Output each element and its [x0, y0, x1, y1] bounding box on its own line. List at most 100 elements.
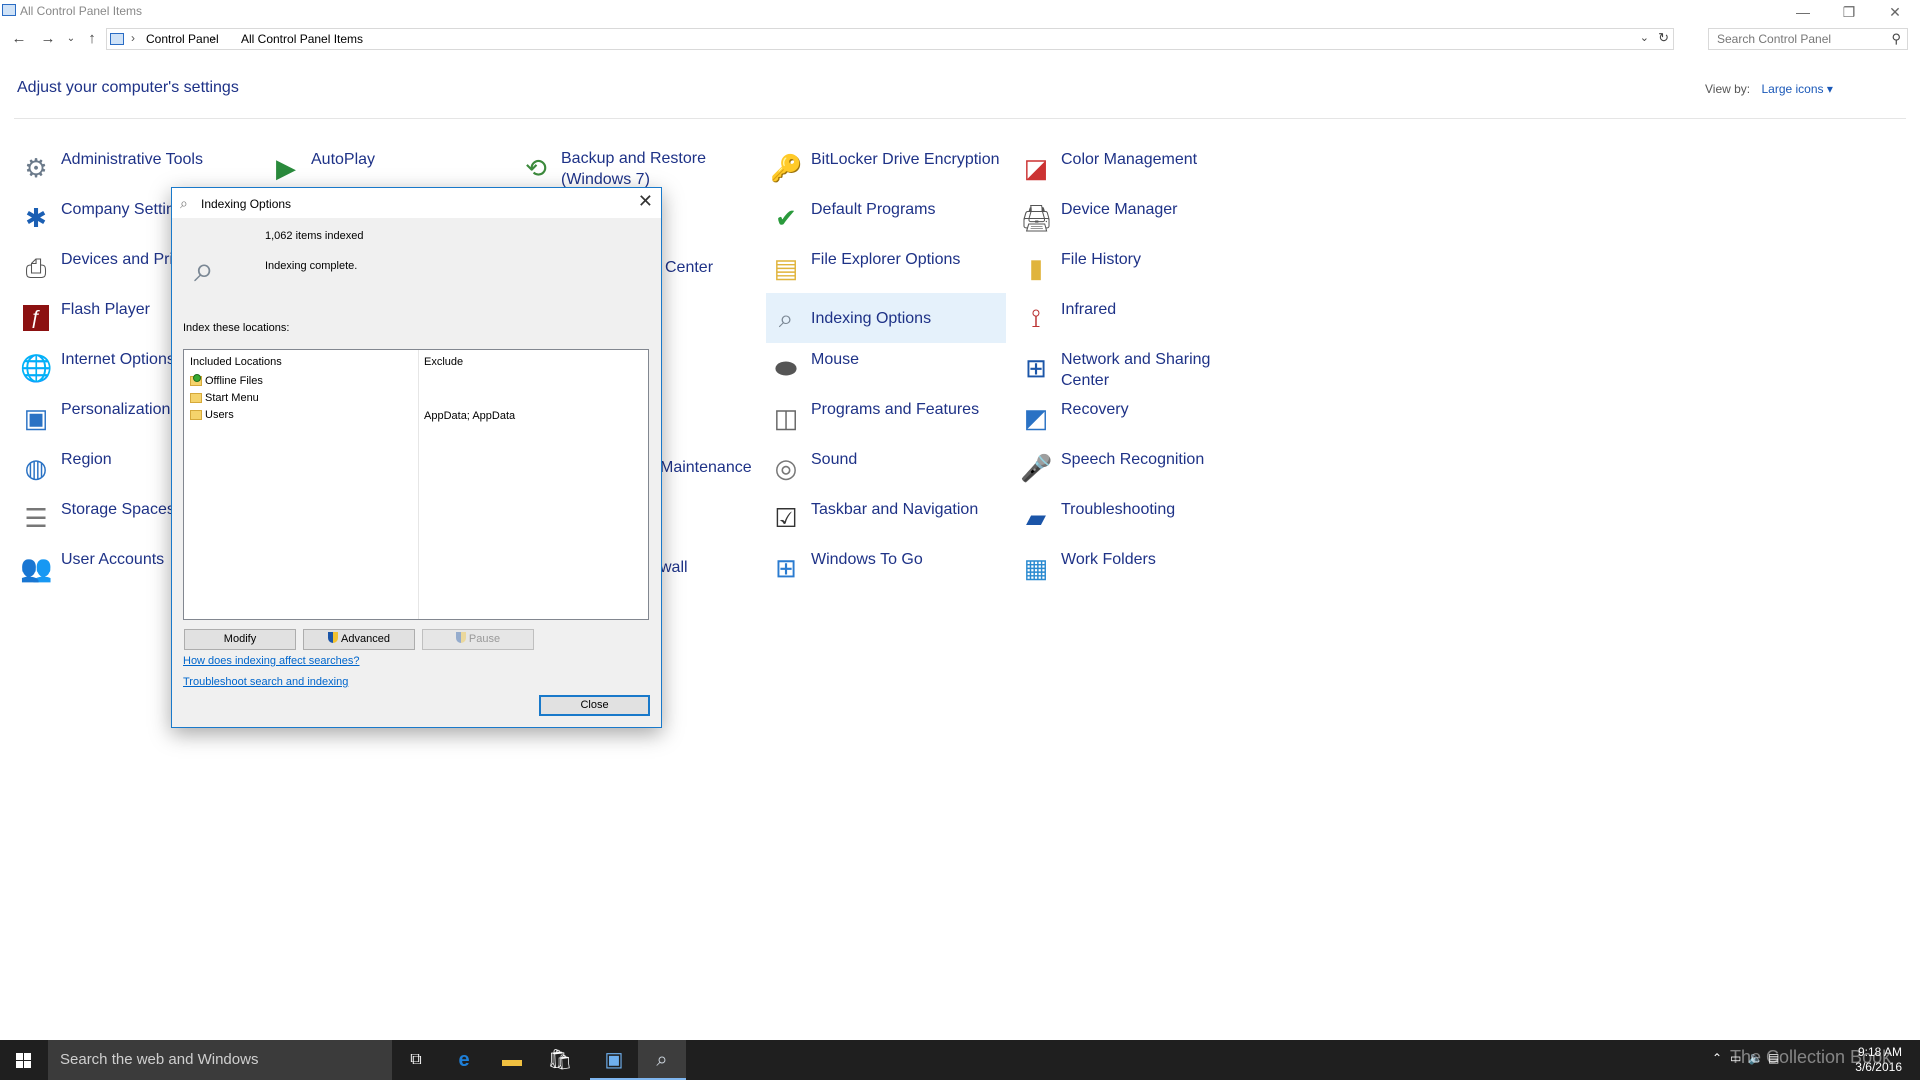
item-recovery[interactable]: ◩ Recovery — [1016, 395, 1256, 441]
recovery-icon: ◩ — [1023, 403, 1049, 433]
color-management-icon: ◪ — [1023, 153, 1049, 183]
col-included: Included Locations — [190, 356, 282, 368]
printer-icon: ⎙ — [25, 253, 47, 283]
item-autoplay[interactable]: ▶ AutoPlay — [266, 145, 506, 191]
dialog-titlebar: ⌕ Indexing Options ✕ — [172, 188, 661, 218]
watermark: The Collection Book — [1730, 1047, 1892, 1067]
refresh-icon[interactable]: ↻ — [1658, 30, 1669, 46]
control-panel-icon — [2, 4, 16, 16]
item-bitlocker[interactable]: 🔑 BitLocker Drive Encryption — [766, 145, 1006, 191]
view-by-dropdown[interactable]: Large icons ▾ — [1761, 82, 1832, 96]
back-arrow-icon[interactable]: ← — [9, 29, 29, 49]
speaker-icon: ◎ — [774, 453, 798, 483]
folder-icon — [190, 393, 202, 404]
item-device-manager[interactable]: 🖨 Device Manager — [1016, 195, 1256, 241]
item-speech-recognition[interactable]: 🎤 Speech Recognition — [1016, 445, 1256, 491]
item-sound[interactable]: ◎ Sound — [766, 445, 1006, 491]
pause-button[interactable]: Pause — [422, 629, 534, 650]
task-view-icon[interactable]: ⧉ — [392, 1040, 440, 1080]
item-troubleshooting[interactable]: ▰ Troubleshooting — [1016, 495, 1256, 541]
item-indexing-options[interactable]: ⌕ Indexing Options — [766, 293, 1006, 343]
divider — [14, 118, 1906, 119]
item-mouse[interactable]: ⬬ Mouse — [766, 345, 1006, 391]
page-title: Adjust your computer's settings — [17, 79, 239, 96]
recent-locations-icon[interactable]: ⌄ — [61, 29, 81, 49]
address-bar[interactable]: › Control Panel › All Control Panel Item… — [106, 28, 1674, 50]
item-taskbar-navigation[interactable]: ☑ Taskbar and Navigation — [766, 495, 1006, 541]
edge-browser-icon[interactable]: e — [440, 1040, 488, 1080]
uac-shield-icon — [455, 632, 466, 643]
item-file-history[interactable]: ▮ File History — [1016, 245, 1256, 291]
breadcrumb-control-panel[interactable]: Control Panel — [146, 32, 219, 46]
search-input[interactable]: Search Control Panel ⚲ — [1708, 28, 1908, 50]
microphone-icon: 🎤 — [1020, 453, 1053, 483]
item-partial-maintenance[interactable]: Maintenance — [660, 459, 752, 477]
item-administrative-tools[interactable]: ⚙ Administrative Tools — [16, 145, 256, 191]
search-icon: ⚲ — [1891, 31, 1901, 46]
minimize-button[interactable]: — — [1780, 2, 1826, 22]
close-window-button[interactable]: ✕ — [1872, 2, 1918, 22]
item-network-sharing[interactable]: ⊞ Network and Sharing Center — [1016, 345, 1256, 391]
file-history-icon: ▮ — [1028, 253, 1044, 283]
item-windows-to-go[interactable]: ⊞ Windows To Go — [766, 545, 1006, 591]
close-button[interactable]: Close — [539, 695, 650, 716]
dialog-title: Indexing Options — [201, 197, 292, 211]
locations-table[interactable]: Included Locations Exclude Offline Files… — [183, 349, 649, 620]
item-partial-center[interactable]: Center — [665, 259, 713, 277]
chevron-up-icon[interactable]: ⌃ — [1712, 1051, 1722, 1065]
chevron-down-icon[interactable]: ⌄ — [1640, 31, 1649, 44]
control-panel-icon — [110, 33, 124, 45]
item-programs-features[interactable]: ◫ Programs and Features — [766, 395, 1006, 441]
admin-tools-icon: ⚙ — [24, 153, 48, 183]
work-folders-icon: ▦ — [1023, 553, 1049, 583]
company-settings-icon: ✱ — [25, 203, 47, 233]
bitlocker-key-icon: 🔑 — [770, 153, 803, 183]
location-row[interactable]: Start Menu — [190, 392, 259, 408]
taskbar-search-input[interactable]: Search the web and Windows — [48, 1040, 392, 1080]
folder-options-icon: ▤ — [773, 253, 799, 283]
modify-button[interactable]: Modify — [184, 629, 296, 650]
item-work-folders[interactable]: ▦ Work Folders — [1016, 545, 1256, 591]
globe-icon: 🌐 — [20, 353, 53, 383]
indexing-options-taskbar-icon[interactable]: ⌕ — [638, 1040, 686, 1080]
restore-button[interactable]: ❐ — [1826, 2, 1872, 22]
troubleshooting-icon: ▰ — [1026, 503, 1046, 533]
users-icon: 👥 — [20, 553, 53, 583]
start-button[interactable] — [0, 1040, 48, 1080]
forward-arrow-icon[interactable]: → — [38, 29, 58, 49]
infrared-icon: ⟟ — [1031, 303, 1041, 333]
windows-logo-icon — [16, 1053, 31, 1068]
address-row: ← → ⌄ ↑ › Control Panel › All Control Pa… — [0, 26, 1920, 54]
advanced-button[interactable]: Advanced — [303, 629, 415, 650]
store-icon[interactable]: 🛍 — [536, 1040, 584, 1080]
exclude-cell: AppData; AppData — [424, 410, 516, 422]
control-panel-taskbar-icon[interactable]: ▣ — [590, 1040, 638, 1080]
folder-icon — [190, 410, 202, 421]
window-title: All Control Panel Items — [20, 4, 143, 18]
indexing-help-link[interactable]: How does indexing affect searches? — [183, 655, 360, 667]
item-infrared[interactable]: ⟟ Infrared — [1016, 295, 1256, 341]
item-partial-firewall[interactable]: wall — [660, 559, 688, 577]
network-icon: ⊞ — [1025, 353, 1047, 383]
close-icon[interactable]: ✕ — [638, 191, 653, 212]
backup-icon: ⟲ — [525, 153, 547, 183]
location-row[interactable]: Users — [190, 409, 234, 425]
items-indexed-count: 1,062 items indexed — [265, 230, 364, 242]
item-file-explorer-options[interactable]: ▤ File Explorer Options — [766, 245, 1006, 291]
index-locations-label: Index these locations: — [183, 322, 290, 334]
search-placeholder: Search Control Panel — [1717, 32, 1832, 46]
file-explorer-icon[interactable]: ▬ — [488, 1040, 536, 1080]
window-titlebar: All Control Panel Items — ❐ ✕ — [0, 0, 1920, 24]
item-color-management[interactable]: ◪ Color Management — [1016, 145, 1256, 191]
chevron-right-icon: › — [131, 31, 135, 45]
item-backup-restore[interactable]: ⟲ Backup and Restore (Windows 7) — [516, 145, 756, 191]
device-manager-icon: 🖨 — [1020, 203, 1054, 233]
personalization-icon: ▣ — [23, 403, 49, 433]
up-arrow-icon[interactable]: ↑ — [82, 29, 102, 49]
indexing-drive-icon: ⌕ — [194, 248, 215, 289]
breadcrumb-all-items[interactable]: All Control Panel Items — [241, 32, 363, 46]
item-default-programs[interactable]: ✔ Default Programs — [766, 195, 1006, 241]
troubleshoot-link[interactable]: Troubleshoot search and indexing — [183, 676, 348, 688]
programs-icon: ◫ — [773, 403, 799, 433]
location-row[interactable]: Offline Files — [190, 374, 263, 391]
